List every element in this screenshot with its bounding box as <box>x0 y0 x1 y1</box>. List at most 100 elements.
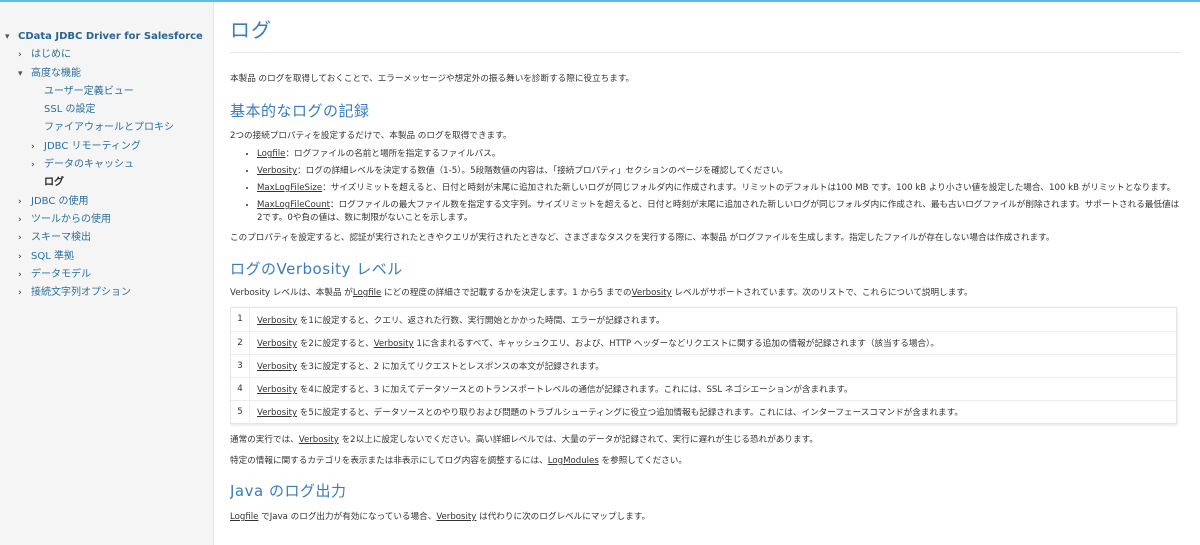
row-text: Verbosity を5に設定すると、データソースとのやり取りおよび問題のトラブ… <box>250 406 963 418</box>
text-segment: にどの程度の詳細さで記載するかを決定します。1 から5 までの <box>381 288 632 298</box>
sidebar-item-getting-started[interactable]: › はじめに <box>0 46 213 64</box>
sidebar-item-root[interactable]: ▾ CData JDBC Driver for Salesforce <box>0 28 213 46</box>
sidebar-item-label: データモデル <box>31 268 91 280</box>
sidebar-item-label: ファイアウォールとプロキシ <box>44 122 174 134</box>
chevron-right-icon: › <box>18 233 22 244</box>
text-segment: を2に設定すると、 <box>297 339 374 349</box>
sidebar-item-advanced-features[interactable]: ▾ 高度な機能 <box>0 65 213 83</box>
row-number: 3 <box>231 354 250 378</box>
section-heading-verbosity: ログのVerbosity レベル <box>230 260 403 278</box>
row-text: Verbosity を3に設定すると、2 に加えてリクエストとレスポンスの本文が… <box>250 360 604 372</box>
logmodules-paragraph: 特定の情報に関するカテゴリを表示または非表示にしてログ内容を調整するには、Log… <box>230 455 1182 468</box>
verbosity-link[interactable]: Verbosity <box>257 408 297 418</box>
text-segment: 1に含まれるすべて、キャッシュクエリ、および、HTTP ヘッダーなどリクエストに… <box>413 339 939 349</box>
sidebar-item-label: ツールからの使用 <box>31 213 111 225</box>
list-item: MaxLogFileSize：サイズリミットを超えると、日付と時刻が末尾に追加さ… <box>257 182 1182 195</box>
row-number: 4 <box>231 377 250 401</box>
sidebar-item-ssl[interactable]: SSL の設定 <box>0 101 213 119</box>
verbosity-link[interactable]: Verbosity <box>257 339 297 349</box>
text-segment: 通常の実行では、 <box>230 435 299 445</box>
sidebar-item-firewall-proxy[interactable]: ファイアウォールとプロキシ <box>0 119 213 137</box>
sidebar-item-label: SQL 準拠 <box>31 250 74 262</box>
chevron-right-icon: › <box>31 160 35 171</box>
logging-properties-list: Logfile：ログファイルの名前と場所を指定するファイルパス。 Verbosi… <box>257 148 1182 225</box>
verbosity-link[interactable]: Verbosity <box>257 316 297 326</box>
sidebar-item-label: 接続文字列オプション <box>31 287 131 299</box>
text-segment: を1に設定すると、クエリ、返された行数、実行開始とかかった時間、エラーが記録され… <box>297 315 665 326</box>
sidebar-item-schema-discovery[interactable]: › スキーマ検出 <box>0 229 213 247</box>
sidebar-item-label: ユーザー定義ビュー <box>44 85 134 97</box>
property-link-logfile[interactable]: Logfile <box>257 149 285 159</box>
row-text: Verbosity を4に設定すると、3 に加えてデータソースとのトランスポート… <box>250 383 853 395</box>
table-row: 2 Verbosity を2に設定すると、Verbosity 1に含まれるすべて、… <box>231 331 1176 355</box>
list-item: MaxLogFileCount：ログファイルの最大ファイル数を指定する文字列。サ… <box>257 199 1182 225</box>
text-segment: を5に設定すると、データソースとのやり取りおよび問題のトラブルシューティングに役… <box>297 408 963 418</box>
verbosity-link[interactable]: Verbosity <box>299 435 339 445</box>
verbosity-levels-table: 1 Verbosity を1に設定すると、クエリ、返された行数、実行開始とかかった… <box>230 307 1177 424</box>
text-segment: を参照してください。 <box>598 456 687 466</box>
verbosity-link[interactable]: Verbosity <box>257 385 297 395</box>
row-number: 5 <box>231 400 250 424</box>
list-item: Logfile：ログファイルの名前と場所を指定するファイルパス。 <box>257 148 1182 161</box>
verbosity-link[interactable]: Verbosity <box>257 362 297 372</box>
sidebar-item-using-jdbc[interactable]: › JDBC の使用 <box>0 193 213 211</box>
sidebar-item-label: データのキャッシュ <box>44 159 134 171</box>
text-segment: は代わりに次のログレベルにマップします。 <box>476 512 651 522</box>
verbosity-link[interactable]: Verbosity <box>632 288 672 298</box>
property-link-maxlogfilesize[interactable]: MaxLogFileSize <box>257 183 322 193</box>
text-segment: Verbosity レベルは、本製品 が <box>230 288 353 298</box>
sidebar-item-connection-string[interactable]: › 接続文字列オプション <box>0 284 213 302</box>
sidebar-nav: ▾ CData JDBC Driver for Salesforce › はじめに … <box>0 2 214 545</box>
sidebar-item-label: JDBC リモーティング <box>44 140 141 152</box>
verbosity-lead-paragraph: Verbosity レベルは、本製品 がLogfile にどの程度の詳細さで記載… <box>230 287 1182 300</box>
chevron-right-icon: › <box>18 269 22 280</box>
page-title: ログ <box>230 14 1182 53</box>
section-heading-basic-logging: 基本的なログの記録 <box>230 102 370 120</box>
property-description: ：ログファイルの名前と場所を指定するファイルパス。 <box>285 149 501 159</box>
text-segment: 特定の情報に関するカテゴリを表示または非表示にしてログ内容を調整するには、 <box>230 456 548 466</box>
chevron-right-icon: › <box>18 50 22 61</box>
sidebar-item-user-defined-views[interactable]: ユーザー定義ビュー <box>0 83 213 101</box>
verbosity-link[interactable]: Verbosity <box>436 512 476 522</box>
main-content: ログ 本製品 のログを取得しておくことで、エラーメッセージや想定外の振る舞いを診… <box>230 2 1182 545</box>
sidebar-item-data-model[interactable]: › データモデル <box>0 266 213 284</box>
table-row: 3 Verbosity を3に設定すると、2 に加えてリクエストとレスポンスの本文… <box>231 354 1176 378</box>
chevron-right-icon: › <box>18 214 22 225</box>
property-link-maxlogfilecount[interactable]: MaxLogFileCount <box>257 200 330 210</box>
logmodules-link[interactable]: LogModules <box>548 456 599 466</box>
chevron-right-icon: › <box>18 251 22 262</box>
sidebar-item-label: SSL の設定 <box>44 104 96 116</box>
chevron-down-icon: ▾ <box>5 32 10 42</box>
text-segment: レベルがサポートされています。次のリストで、これらについて説明します。 <box>671 288 973 298</box>
basic-after-paragraph: このプロパティを設定すると、認証が実行されたときやクエリが実行されたときなど、さ… <box>230 233 1055 243</box>
chevron-right-icon: › <box>31 141 35 152</box>
sidebar-item-label: 高度な機能 <box>31 67 81 79</box>
text-segment: でJava のログ出力が有効になっている場合、 <box>258 512 437 522</box>
table-row: 4 Verbosity を4に設定すると、3 に加えてデータソースとのトランスポー… <box>231 377 1176 401</box>
sidebar-item-label: CData JDBC Driver for Salesforce <box>18 31 203 42</box>
sidebar-item-logging[interactable]: ログ <box>0 174 213 192</box>
property-link-verbosity[interactable]: Verbosity <box>257 166 297 176</box>
logfile-link[interactable]: Logfile <box>353 288 381 298</box>
text-segment: を2以上に設定しないでください。高い詳細レベルでは、大量のデータが記録されて、実… <box>338 435 818 445</box>
sidebar-item-label: スキーマ検出 <box>31 232 91 244</box>
property-description: ：ログの詳細レベルを決定する数値（1-5）。5段階数値の内容は、「接続プロパティ… <box>297 166 789 176</box>
verbosity-note-paragraph: 通常の実行では、Verbosity を2以上に設定しないでください。高い詳細レベ… <box>230 434 1182 447</box>
sidebar-item-caching[interactable]: › データのキャッシュ <box>0 156 213 174</box>
sidebar-item-tools[interactable]: › ツールからの使用 <box>0 211 213 229</box>
table-row: 1 Verbosity を1に設定すると、クエリ、返された行数、実行開始とかかった… <box>231 308 1176 331</box>
java-logging-paragraph: Logfile でJava のログ出力が有効になっている場合、Verbosity… <box>230 511 1182 524</box>
sidebar-item-sql-compliance[interactable]: › SQL 準拠 <box>0 248 213 266</box>
sidebar-item-label: ログ <box>44 177 64 189</box>
row-text: Verbosity を1に設定すると、クエリ、返された行数、実行開始とかかった時… <box>250 314 665 326</box>
sidebar-item-jdbc-remoting[interactable]: › JDBC リモーティング <box>0 138 213 156</box>
chevron-down-icon: ▾ <box>18 68 23 79</box>
section-heading-java-logging: Java のログ出力 <box>230 482 347 500</box>
list-item: Verbosity：ログの詳細レベルを決定する数値（1-5）。5段階数値の内容は… <box>257 165 1182 178</box>
text-segment: を3に設定すると、2 に加えてリクエストとレスポンスの本文が記録されます。 <box>297 362 604 372</box>
chevron-right-icon: › <box>18 196 22 207</box>
logfile-link[interactable]: Logfile <box>230 512 258 522</box>
text-segment: を4に設定すると、3 に加えてデータソースとのトランスポートレベルの通信が記録さ… <box>297 385 853 395</box>
property-description: ：サイズリミットを超えると、日付と時刻が末尾に追加された新しいログが同じフォルダ… <box>322 183 1176 193</box>
verbosity-link[interactable]: Verbosity <box>374 339 414 349</box>
